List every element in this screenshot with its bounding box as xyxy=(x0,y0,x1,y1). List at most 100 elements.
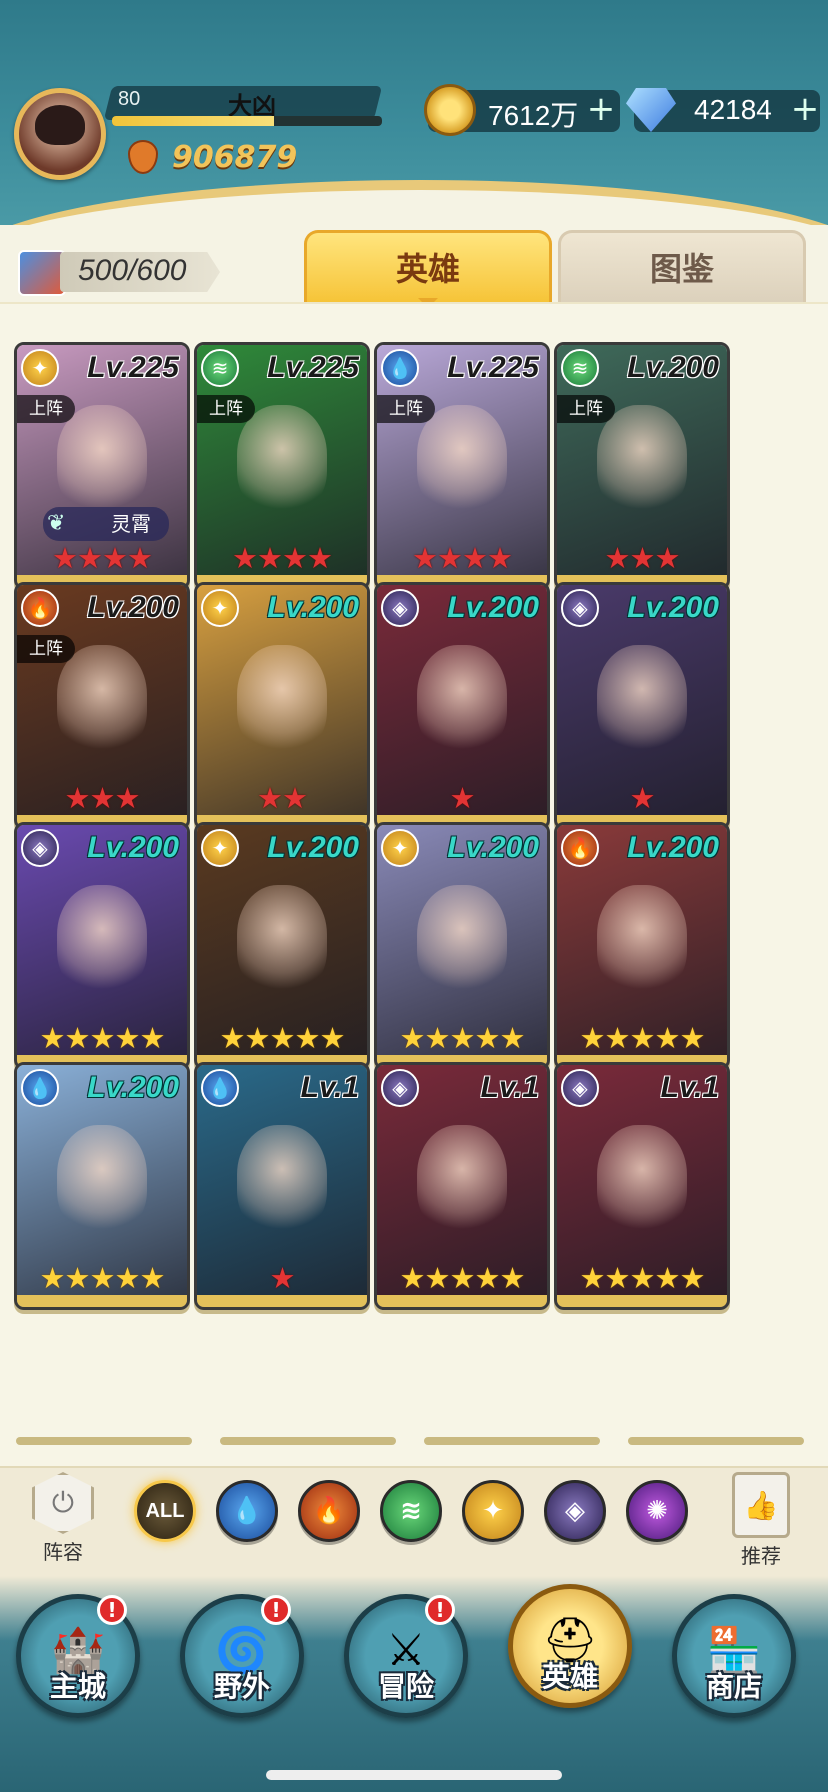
nav-label: 冒险 xyxy=(377,1670,434,1703)
hero-card[interactable]: 🔥 Lv.200 ★★★★★ xyxy=(554,822,730,1070)
fire-element-icon: 🔥 xyxy=(561,829,599,867)
hero-level: Lv.200 xyxy=(627,831,719,864)
hero-card[interactable]: 💧 Lv.200 ★★★★★ xyxy=(14,1062,190,1310)
hero-face xyxy=(237,885,327,995)
hero-face xyxy=(597,885,687,995)
deployed-badge: 上阵 xyxy=(197,395,255,423)
hero-card[interactable]: ◈ Lv.200 ★ xyxy=(374,582,550,830)
hero-level: Lv.200 xyxy=(87,591,179,624)
wind-element-icon: ≋ xyxy=(561,349,599,387)
hero-card[interactable]: ◈ Lv.200 ★ xyxy=(554,582,730,830)
nav-portal-button[interactable]: 🌀 野外! xyxy=(180,1594,304,1718)
light-element-icon: ✦ xyxy=(381,829,419,867)
nav-castle-button[interactable]: 🏰 主城! xyxy=(16,1594,140,1718)
hero-stars: ★★★★ xyxy=(52,541,153,575)
header-wave-decoration xyxy=(0,180,828,225)
filter-wind-button[interactable]: ≋ xyxy=(380,1480,442,1542)
filter-dark-button[interactable]: ◈ xyxy=(544,1480,606,1542)
hero-level: Lv.200 xyxy=(87,831,179,864)
hero-stars: ★ xyxy=(449,781,476,815)
filter-water-button[interactable]: 💧 xyxy=(216,1480,278,1542)
notification-badge: ! xyxy=(97,1595,127,1625)
hero-card[interactable]: ✦ Lv.225 上阵 ❦ 灵霄 ★★★★ xyxy=(14,342,190,590)
hero-level: Lv.200 xyxy=(267,831,359,864)
hero-level: Lv.225 xyxy=(87,351,179,384)
hero-face xyxy=(597,645,687,755)
hero-level: Lv.1 xyxy=(300,1071,359,1104)
hero-stars: ★★★ xyxy=(604,541,681,575)
light-element-icon: ✦ xyxy=(201,829,239,867)
nav-label: 商店 xyxy=(705,1670,762,1703)
dark-element-icon: ◈ xyxy=(381,589,419,627)
recommend-button[interactable]: 👍 推荐 xyxy=(724,1472,798,1568)
hero-stars: ★★★★ xyxy=(412,541,513,575)
hero-stars: ★★ xyxy=(257,781,308,815)
hero-face xyxy=(237,645,327,755)
lineup-icon: ⏻ xyxy=(32,1472,94,1534)
card-frame-bottom xyxy=(17,1295,187,1307)
gold-value: 7612万 xyxy=(488,100,579,131)
nav-label: 英雄 xyxy=(541,1660,598,1693)
hero-level: Lv.200 xyxy=(447,831,539,864)
hero-card[interactable]: ✦ Lv.200 ★★ xyxy=(194,582,370,830)
water-element-icon: 💧 xyxy=(381,349,419,387)
water-element-icon: 💧 xyxy=(21,1069,59,1107)
exp-bar-fill xyxy=(112,116,274,126)
deployed-badge: 上阵 xyxy=(17,635,75,663)
hero-stars: ★★★★★ xyxy=(219,1021,346,1055)
hero-face xyxy=(597,1125,687,1235)
lineup-button[interactable]: ⏻ 阵容 xyxy=(26,1472,100,1564)
home-indicator xyxy=(266,1770,562,1780)
hero-card[interactable]: ≋ Lv.200 上阵 ★★★ xyxy=(554,342,730,590)
nav-label: 主城 xyxy=(49,1670,106,1703)
thumbs-up-icon: 👍 xyxy=(732,1472,790,1538)
hero-face xyxy=(57,1125,147,1235)
filter-fire-button[interactable]: 🔥 xyxy=(298,1480,360,1542)
hero-card[interactable]: ◈ Lv.1 ★★★★★ xyxy=(374,1062,550,1310)
nav-shop-button[interactable]: 🏪 商店 xyxy=(672,1594,796,1718)
tab-codex[interactable]: 图鉴 xyxy=(558,230,806,302)
hero-card[interactable]: ≋ Lv.225 上阵 ★★★★ xyxy=(194,342,370,590)
dark-element-icon: ◈ xyxy=(565,1496,585,1526)
light-element-icon: ✦ xyxy=(201,589,239,627)
hero-level: Lv.200 xyxy=(87,1071,179,1104)
hero-card[interactable]: ◈ Lv.200 ★★★★★ xyxy=(14,822,190,1070)
hero-card[interactable]: ✦ Lv.200 ★★★★★ xyxy=(374,822,550,1070)
water-element-icon: 💧 xyxy=(201,1069,239,1107)
hero-face xyxy=(57,885,147,995)
filter-light-button[interactable]: ✦ xyxy=(462,1480,524,1542)
next-row-hint xyxy=(424,1437,600,1445)
deployed-badge: 上阵 xyxy=(557,395,615,423)
hero-level: Lv.200 xyxy=(267,591,359,624)
hero-face xyxy=(417,645,507,755)
hero-stars: ★ xyxy=(629,781,656,815)
add-gold-button[interactable]: + xyxy=(586,92,616,126)
nav-helmet-button[interactable]: ⛑ 英雄 xyxy=(508,1584,632,1708)
fire-element-icon: 🔥 xyxy=(21,589,59,627)
hero-count: 500/600 xyxy=(78,254,187,287)
filter-arcane-button[interactable]: ✺ xyxy=(626,1480,688,1542)
hero-tag-label: 灵霄 xyxy=(111,512,151,536)
add-diamond-button[interactable]: + xyxy=(790,92,820,126)
hero-card[interactable]: 🔥 Lv.200 上阵 ★★★ xyxy=(14,582,190,830)
next-row-hint xyxy=(628,1437,804,1445)
hero-card[interactable]: ◈ Lv.1 ★★★★★ xyxy=(554,1062,730,1310)
dark-element-icon: ◈ xyxy=(561,1069,599,1107)
hero-face xyxy=(417,885,507,995)
player-avatar[interactable] xyxy=(14,88,106,180)
next-row-hint xyxy=(220,1437,396,1445)
tab-heroes[interactable]: 英雄 xyxy=(304,230,552,302)
notification-badge: ! xyxy=(425,1595,455,1625)
hero-card[interactable]: 💧 Lv.225 上阵 ★★★★ xyxy=(374,342,550,590)
filter-all-button[interactable]: ALL xyxy=(134,1480,196,1542)
hero-stars: ★★★★★ xyxy=(39,1261,166,1295)
player-level: 80 xyxy=(118,88,141,110)
wind-element-icon: ≋ xyxy=(400,1496,422,1526)
hero-card[interactable]: 💧 Lv.1 ★ xyxy=(194,1062,370,1310)
hero-card[interactable]: ✦ Lv.200 ★★★★★ xyxy=(194,822,370,1070)
nav-sword-button[interactable]: ⚔ 冒险! xyxy=(344,1594,468,1718)
hero-level: Lv.200 xyxy=(447,591,539,624)
dark-element-icon: ◈ xyxy=(21,829,59,867)
hero-level: Lv.200 xyxy=(627,351,719,384)
hero-stars: ★ xyxy=(269,1261,296,1295)
